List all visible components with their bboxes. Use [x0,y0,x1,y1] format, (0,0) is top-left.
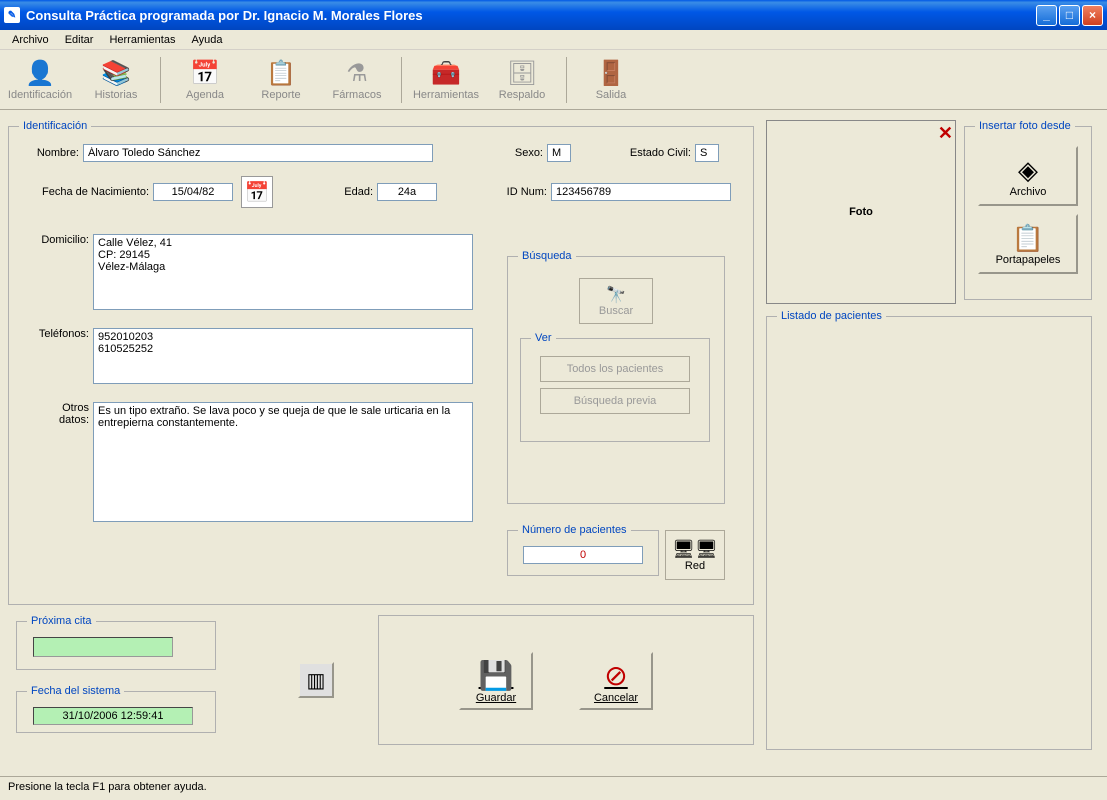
statusbar-text: Presione la tecla F1 para obtener ayuda. [8,781,207,793]
tool-farmacos[interactable]: ⚗Fármacos [321,53,393,107]
toolbar-separator [160,57,161,103]
tool-herramientas[interactable]: 🧰Herramientas [410,53,482,107]
tool-identificacion[interactable]: 👤Identificación [4,53,76,107]
close-button[interactable]: × [1082,5,1103,26]
listado-legend: Listado de pacientes [777,310,886,322]
toolbar-separator [401,57,402,103]
clipboard-icon: 📋 [1012,223,1044,254]
red-button[interactable]: 🖥🖥 Red [665,530,725,580]
numpacientes-group: Número de pacientes 0 [507,524,659,576]
tool-historias[interactable]: 📚Historias [80,53,152,107]
minimize-button[interactable]: _ [1036,5,1057,26]
proxima-cita-value [33,637,173,657]
telefonos-label: Teléfonos: [19,328,89,340]
edad-input[interactable] [377,183,437,201]
clipboard-icon: 📋 [266,59,296,89]
toolbar: 👤Identificación 📚Historias 📅Agenda 📋Repo… [0,50,1107,110]
estado-input[interactable] [695,144,719,162]
exit-icon: 🚪 [596,59,626,89]
insertar-foto-group: Insertar foto desde ◈ Archivo 📋 Portapap… [964,120,1092,300]
menubar: Archivo Editar Herramientas Ayuda [0,30,1107,50]
identificacion-legend: Identificación [19,120,91,132]
menu-editar[interactable]: Editar [57,32,102,48]
ver-group: Ver Todos los pacientes Búsqueda previa [520,332,710,442]
backup-icon: 🗄 [507,59,537,89]
sexo-input[interactable] [547,144,571,162]
cancelar-button[interactable]: ⊘ Cancelar [579,652,653,710]
nombre-input[interactable] [83,144,433,162]
foto-close-button[interactable]: ✕ [938,123,953,144]
fnac-input[interactable] [153,183,233,201]
edad-label: Edad: [303,186,373,198]
insertar-legend: Insertar foto desde [975,120,1075,132]
floppy-icon: 💾 [479,659,514,692]
tool-salida[interactable]: 🚪Salida [575,53,647,107]
numpacientes-value: 0 [523,546,643,564]
menu-herramientas[interactable]: Herramientas [101,32,183,48]
estado-label: Estado Civil: [591,147,691,159]
busqueda-group: Búsqueda 🔭 Buscar Ver Todos los paciente… [507,250,725,504]
sexo-label: Sexo: [453,147,543,159]
otros-textarea[interactable] [93,402,473,522]
idnum-label: ID Num: [467,186,547,198]
guardar-button[interactable]: 💾 Guardar [459,652,533,710]
portapapeles-button[interactable]: 📋 Portapapeles [978,214,1078,274]
tool-agenda[interactable]: 📅Agenda [169,53,241,107]
tool-reporte[interactable]: 📋Reporte [245,53,317,107]
domicilio-label: Domicilio: [19,234,89,246]
titlebar: ✎ Consulta Práctica programada por Dr. I… [0,0,1107,30]
fecha-sistema-group: Fecha del sistema 31/10/2006 12:59:41 [16,685,216,733]
todos-pacientes-button[interactable]: Todos los pacientes [540,356,690,382]
maximize-button[interactable]: □ [1059,5,1080,26]
disk-icon: ▥ [307,668,326,693]
calendar-icon: 📅 [245,180,270,205]
proxima-legend: Próxima cita [27,615,96,627]
binoculars-icon: 🔭 [606,285,626,305]
buscar-button[interactable]: 🔭 Buscar [579,278,653,324]
person-icon: 👤 [25,59,55,89]
idnum-input[interactable] [551,183,731,201]
menu-ayuda[interactable]: Ayuda [183,32,230,48]
cancel-icon: ⊘ [604,659,627,692]
network-icon: 🖥🖥 [672,539,718,560]
app-icon: ✎ [4,7,20,23]
calendar-icon: 📅 [190,59,220,89]
red-label: Red [685,560,705,572]
fechasis-legend: Fecha del sistema [27,685,124,697]
busqueda-previa-button[interactable]: Búsqueda previa [540,388,690,414]
ver-legend: Ver [531,332,556,344]
nombre-label: Nombre: [19,147,79,159]
proxima-cita-group: Próxima cita [16,615,216,670]
fecha-sistema-value: 31/10/2006 12:59:41 [33,707,193,725]
book-icon: 📚 [101,59,131,89]
calendar-button[interactable]: 📅 [241,176,273,208]
busqueda-legend: Búsqueda [518,250,576,262]
identificacion-group: Identificación Nombre: Sexo: Estado Civi… [8,120,754,605]
listado-pacientes-group: Listado de pacientes [766,310,1092,750]
file-icon: ◈ [1018,155,1038,186]
domicilio-textarea[interactable] [93,234,473,310]
fnac-label: Fecha de Nacimiento: [19,186,149,198]
tools-icon: 🧰 [431,59,461,89]
numpacientes-legend: Número de pacientes [518,524,631,536]
foto-box: ✕ Foto [766,120,956,304]
menu-archivo[interactable]: Archivo [4,32,57,48]
archivo-button[interactable]: ◈ Archivo [978,146,1078,206]
otros-label: Otros datos: [19,402,89,426]
disk-button[interactable]: ▥ [298,662,334,698]
foto-label: Foto [849,206,873,218]
tool-respaldo[interactable]: 🗄Respaldo [486,53,558,107]
window-title: Consulta Práctica programada por Dr. Ign… [26,8,1036,23]
toolbar-separator [566,57,567,103]
statusbar: Presione la tecla F1 para obtener ayuda. [0,776,1107,800]
telefonos-textarea[interactable] [93,328,473,384]
mortar-icon: ⚗ [346,59,368,89]
actions-group: 💾 Guardar ⊘ Cancelar [378,615,754,745]
